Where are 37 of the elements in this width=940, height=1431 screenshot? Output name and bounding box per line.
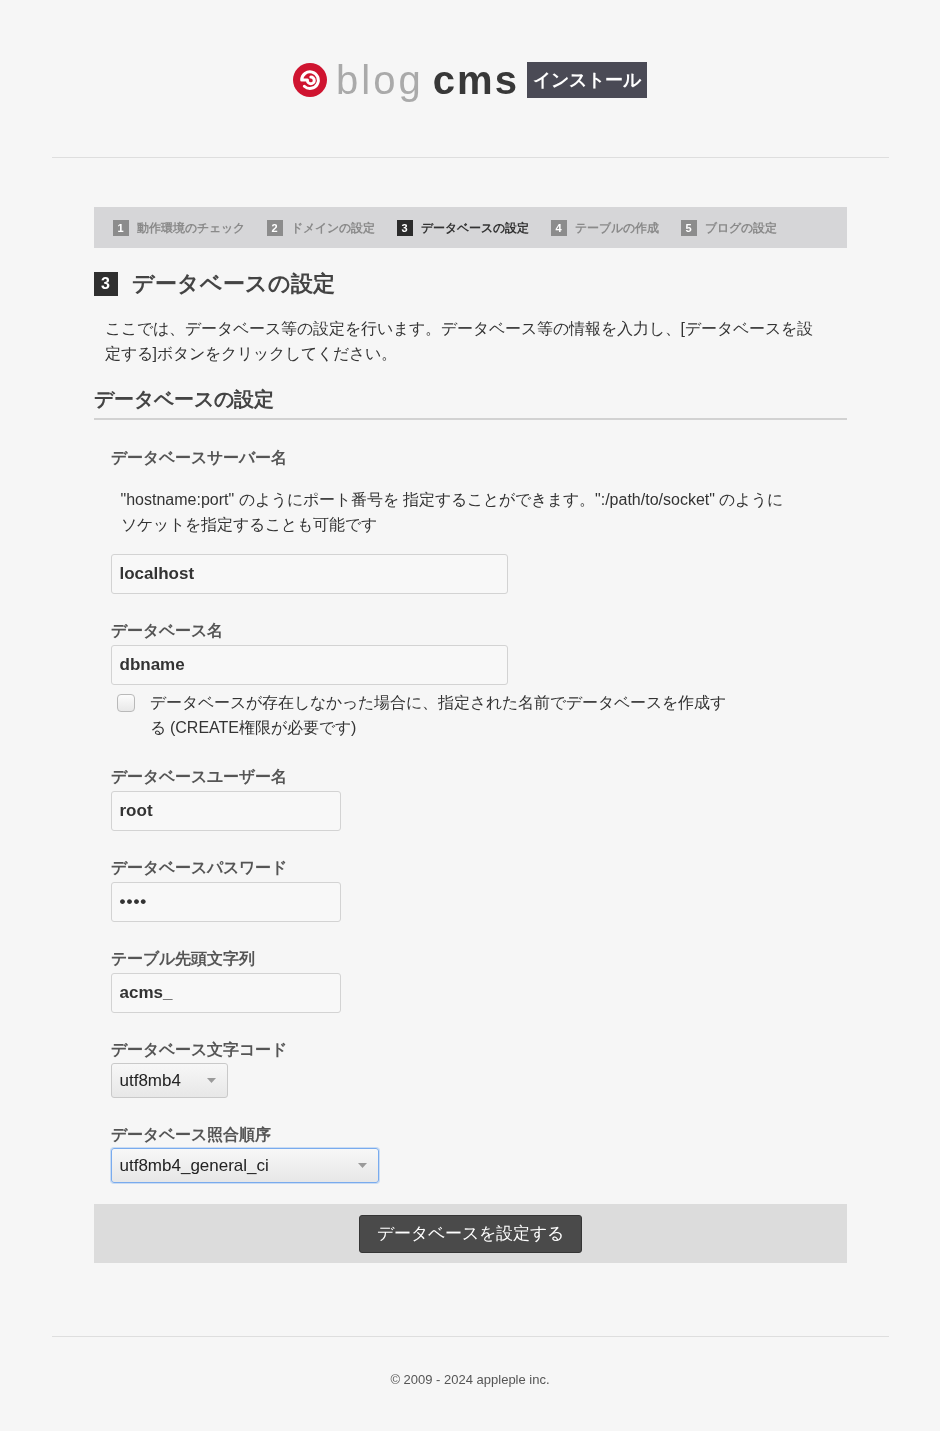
step-label: ドメインの設定 <box>290 219 375 236</box>
step-number: 5 <box>680 219 697 236</box>
field-label: テーブル先頭文字列 <box>110 949 255 969</box>
step-label: テーブルの作成 <box>574 219 659 236</box>
step-number: 3 <box>396 219 413 236</box>
select-field[interactable]: utf8mb4_general_ci <box>110 1148 379 1183</box>
section-title: データベースの設定 <box>93 387 274 412</box>
intro-text: ここでは、データベース等の設定を行います。データベース等の情報を入力し、[データベースを設定する]ボタンをクリックしてください。 <box>104 319 814 364</box>
field-label: データベース名 <box>110 621 223 641</box>
install-badge: インストール <box>526 62 647 98</box>
field-label: データベース照合順序 <box>110 1125 271 1145</box>
caret-icon <box>206 1078 216 1083</box>
logo-icon <box>293 63 328 97</box>
checkbox[interactable] <box>116 693 135 712</box>
checkbox-label: データベースが存在しなかった場合に、指定された名前でデータベースを作成する (CREATE権限が必要です) <box>149 693 727 738</box>
field-label: データベースサーバー名 <box>110 448 287 468</box>
text-field[interactable]: root <box>110 791 341 831</box>
page-title: データベースの設定 <box>131 271 335 297</box>
text-field[interactable]: dbname <box>110 645 508 685</box>
help-text: "hostname:port" のようにポート番号を 指定することができます。":/path/to/socket" のようにソケットを指定することも可能です <box>120 490 785 535</box>
step-number: 1 <box>112 219 129 236</box>
submit-button[interactable]: データベースを設定する <box>358 1214 582 1253</box>
field-label: データベース文字コード <box>110 1040 287 1060</box>
step-number: 2 <box>266 219 283 236</box>
select-field[interactable]: utf8mb4 <box>110 1063 228 1098</box>
password-field[interactable]: •••• <box>110 882 341 922</box>
text-field[interactable]: localhost <box>110 554 508 594</box>
step-number: 4 <box>550 219 567 236</box>
step-label: データベースの設定 <box>420 219 529 236</box>
text-field[interactable]: acms_ <box>110 973 341 1013</box>
heading-number-badge: 3 <box>93 272 118 296</box>
copyright-text: © 2009 - 2024 appleple inc. <box>390 1372 550 1388</box>
step-label: 動作環境のチェック <box>136 219 245 236</box>
field-label: データベースパスワード <box>110 858 287 878</box>
step-label: ブログの設定 <box>704 219 777 236</box>
caret-icon <box>357 1163 367 1168</box>
field-label: データベースユーザー名 <box>110 767 287 787</box>
